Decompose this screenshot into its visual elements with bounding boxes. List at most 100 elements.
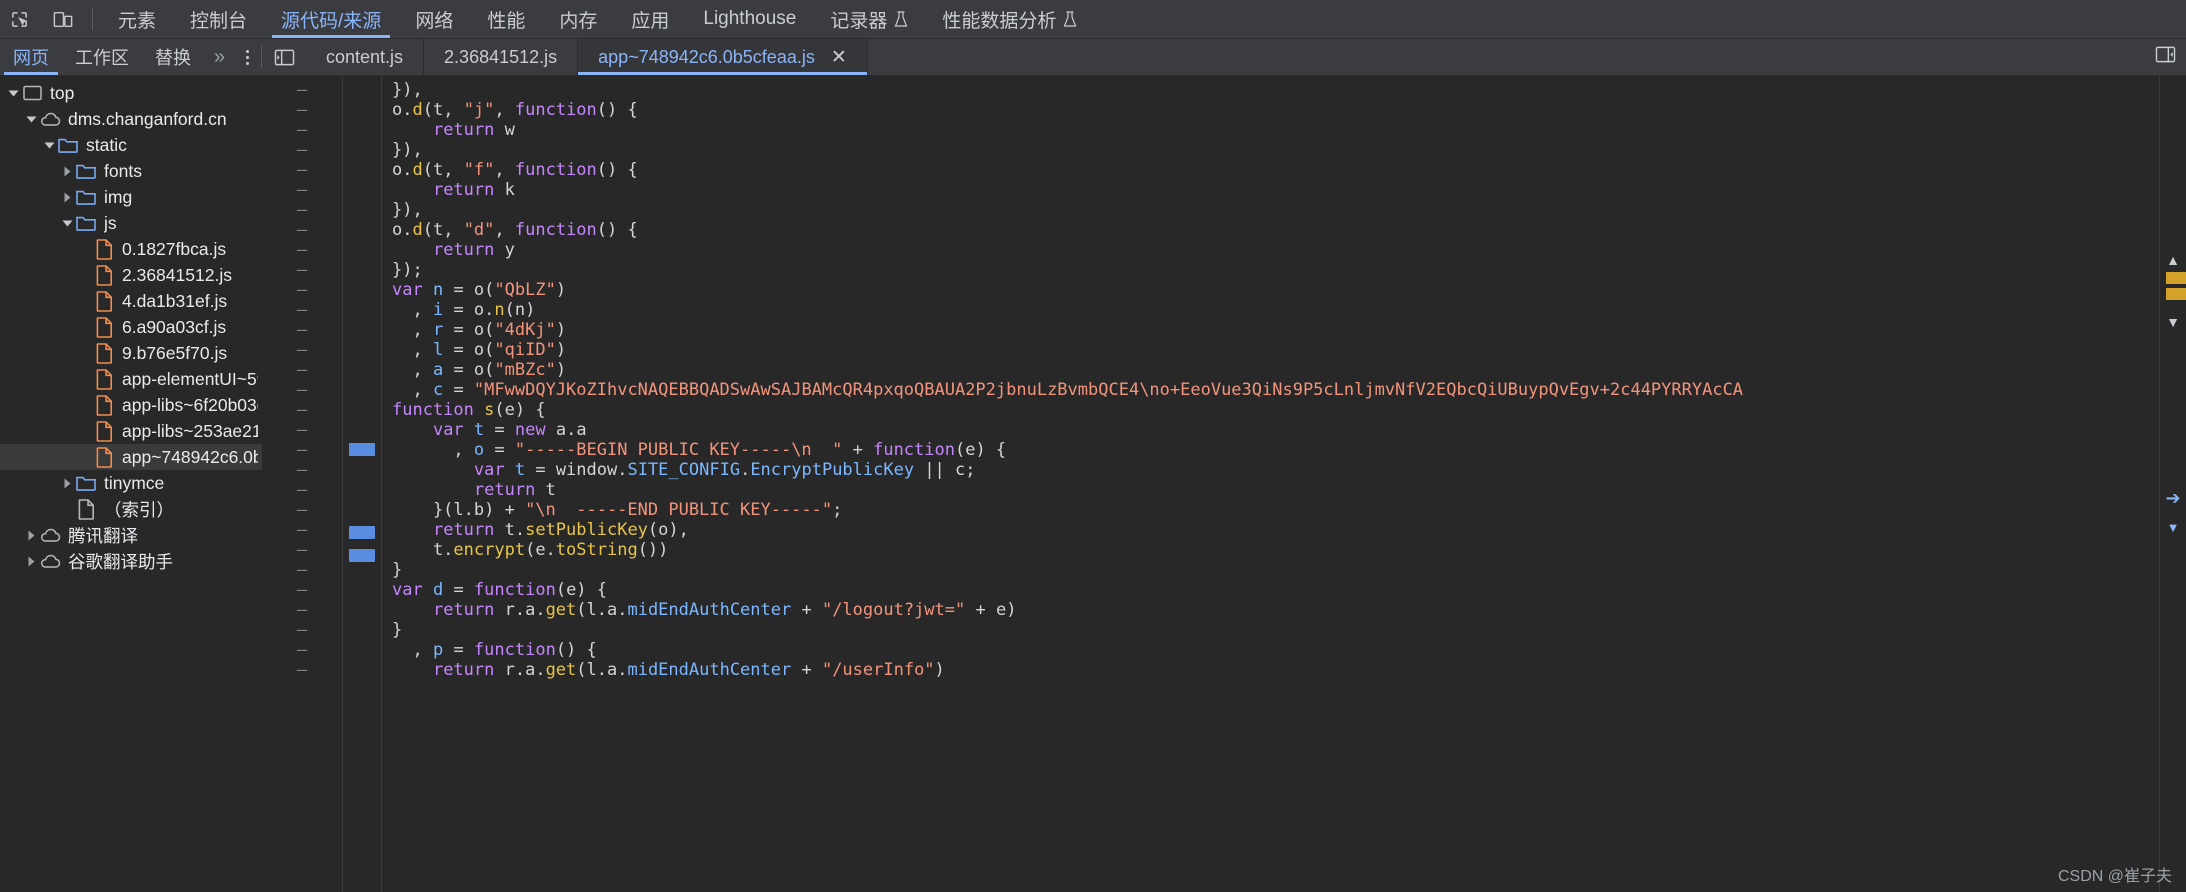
line-number: — (296, 580, 308, 600)
editor-tab-app-748942c6[interactable]: app~748942c6.0b5cfeaa.js ✕ (578, 39, 868, 75)
tree-item[interactable]: 0.1827fbca.js (0, 236, 262, 262)
coverage-mark (343, 220, 381, 240)
code-token: (e) { (555, 580, 608, 600)
editor-tab-content-js[interactable]: content.js (306, 39, 425, 75)
code-line: var d = function(e) { (392, 580, 2159, 600)
tree-item-label: 6.a90a03cf.js (122, 316, 227, 337)
tree-item[interactable]: app-elementUI~59f34 (0, 366, 262, 392)
code-line: return r.a.get(l.a.midEndAuthCenter + "/… (392, 660, 2159, 680)
code-line: , r = o("4dKj") (392, 320, 2159, 340)
code-token: (o), (647, 520, 689, 540)
tree-item[interactable]: 4.da1b31ef.js (0, 288, 262, 314)
watermark-text: CSDN @崔子夫 (2057, 868, 2172, 885)
show-drawer-icon[interactable] (2155, 45, 2176, 69)
code-token: o. (392, 100, 413, 120)
code-token: = (484, 420, 515, 440)
tab-application[interactable]: 应用 (614, 0, 686, 38)
tree-item[interactable]: top (0, 80, 262, 106)
code-token: "-----BEGIN PUBLIC KEY-----\n " (514, 440, 843, 460)
folder-icon (57, 137, 79, 154)
code-token: , (392, 360, 433, 380)
editor-tab-2-36841512-js[interactable]: 2.36841512.js (424, 39, 579, 75)
navigator-tab-page[interactable]: 网页 (0, 39, 62, 75)
editor-tab-label: app~748942c6.0b5cfeaa.js (598, 46, 815, 67)
coverage-mark (343, 80, 381, 100)
coverage-mark (343, 400, 381, 420)
more-options-button[interactable] (234, 39, 261, 75)
tab-memory[interactable]: 内存 (542, 0, 614, 38)
tree-item[interactable]: 谷歌翻译助手 (0, 548, 262, 574)
code-token: function (514, 220, 597, 240)
code-editor-pane[interactable]: — — — — — — — — — — — — — — — — — — — — — — — — — — — — — — }), o.d(t,… (262, 76, 2159, 892)
device-toolbar-icon[interactable] (48, 4, 78, 34)
twisty-collapsed-icon[interactable] (24, 530, 39, 541)
code-token: (e) { (954, 440, 1007, 460)
tree-item[interactable]: app-libs~6f20b03d.d (0, 392, 262, 418)
code-line: var n = o("QbLZ") (392, 280, 2159, 300)
show-navigator-icon[interactable] (262, 39, 306, 75)
tree-item[interactable]: img (0, 184, 262, 210)
tab-performance-insights[interactable]: 性能数据分析 (925, 0, 1094, 38)
twisty-expanded-icon[interactable] (60, 218, 75, 229)
twisty-expanded-icon[interactable] (24, 114, 39, 125)
code-token: new (514, 420, 546, 440)
code-token: return (432, 180, 495, 200)
twisty-expanded-icon[interactable] (6, 88, 21, 99)
tree-item[interactable]: tinymce (0, 470, 262, 496)
twisty-collapsed-icon[interactable] (60, 478, 75, 489)
tree-item[interactable]: fonts (0, 158, 262, 184)
tree-item[interactable]: static (0, 132, 262, 158)
tree-item[interactable]: 6.a90a03cf.js (0, 314, 262, 340)
code-line: }); (392, 260, 2159, 280)
line-number: — (296, 540, 308, 560)
chevron-down-blue-icon[interactable]: ▼ (2167, 520, 2180, 535)
tree-item[interactable]: 腾讯翻译 (0, 522, 262, 548)
chevron-down-icon[interactable]: ▼ (2166, 314, 2180, 330)
navigator-more-tabs-button[interactable]: » (204, 39, 234, 75)
folder-icon (75, 475, 97, 492)
tree-item[interactable]: 2.36841512.js (0, 262, 262, 288)
inspect-icon[interactable] (4, 4, 34, 34)
code-token: o. (392, 220, 413, 240)
tree-item[interactable]: app-libs~253ae210.3 (0, 418, 262, 444)
code-token: encrypt (453, 540, 526, 560)
code-token: , (392, 440, 474, 460)
code-token: + e) (965, 600, 1017, 620)
close-icon[interactable]: ✕ (831, 48, 847, 67)
line-number-gutter: — — — — — — — — — — — — — — — — — — — — — — — — — — — — — — (262, 76, 343, 892)
source-code[interactable]: }), o.d(t, "j", function() { return w}), o… (382, 76, 2159, 892)
chevron-up-icon[interactable]: ▲ (2166, 252, 2180, 268)
tab-performance[interactable]: 性能 (470, 0, 542, 38)
tab-recorder[interactable]: 记录器 (813, 0, 925, 38)
code-token: () { (596, 220, 638, 240)
tab-lighthouse[interactable]: Lighthouse (686, 0, 813, 38)
code-token: , (494, 160, 515, 180)
tab-elements[interactable]: 元素 (101, 0, 173, 38)
tree-item[interactable]: （索引） (0, 496, 262, 522)
file-navigator-tree[interactable]: top dms.changanford.cn static fonts img js 0.1… (0, 76, 262, 892)
code-token: k (494, 180, 515, 200)
navigator-tab-overrides[interactable]: 替换 (142, 39, 204, 75)
line-number: — (296, 180, 308, 200)
cloud-icon (39, 112, 61, 127)
tab-sources[interactable]: 源代码/来源 (264, 0, 398, 38)
tab-console[interactable]: 控制台 (173, 0, 264, 38)
twisty-collapsed-icon[interactable] (60, 166, 75, 177)
code-line: , l = o("qiID") (392, 340, 2159, 360)
tree-item[interactable]: js (0, 210, 262, 236)
twisty-collapsed-icon[interactable] (60, 192, 75, 203)
tree-item[interactable]: app~748942c6.0b5cf (0, 444, 262, 470)
jump-to-icon[interactable]: ➔ (2165, 488, 2180, 509)
navigator-tab-workspace[interactable]: 工作区 (62, 39, 142, 75)
code-token: d (412, 160, 423, 180)
twisty-collapsed-icon[interactable] (24, 556, 39, 567)
tab-network[interactable]: 网络 (398, 0, 470, 38)
line-number: — (296, 100, 308, 120)
tree-item[interactable]: 9.b76e5f70.js (0, 340, 262, 366)
twisty-expanded-icon[interactable] (42, 140, 57, 151)
tree-item[interactable]: dms.changanford.cn (0, 106, 262, 132)
code-line: return w (392, 120, 2159, 140)
code-token: = (484, 440, 515, 460)
editor-minimap-rail[interactable]: ▲ ▼ ➔ ▼ (2159, 76, 2186, 892)
